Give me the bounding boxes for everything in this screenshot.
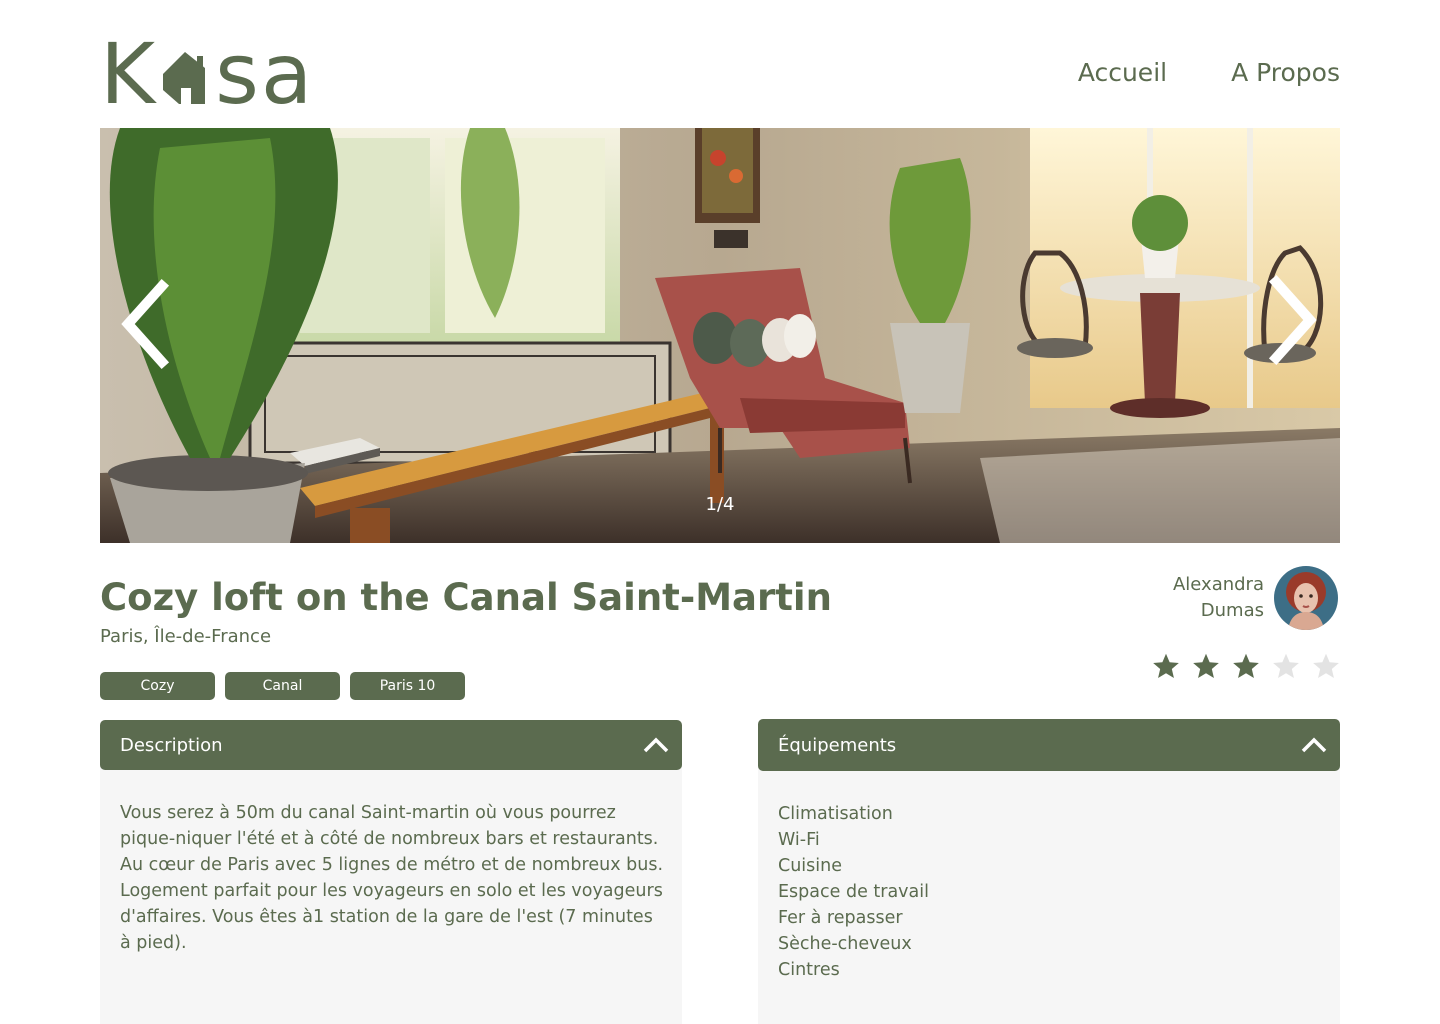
host-name: Alexandra Dumas (1173, 572, 1264, 624)
tag: Paris 10 (350, 672, 465, 700)
description-text: Vous serez à 50m du canal Saint-martin o… (120, 803, 664, 953)
tag-list: Cozy Canal Paris 10 (100, 672, 465, 700)
image-carousel: 1/4 (100, 128, 1340, 543)
host-first-name: Alexandra (1172, 574, 1264, 595)
nav-about-link[interactable]: A Propos (1231, 58, 1340, 87)
avatar (1274, 566, 1338, 630)
equipment-list: Climatisation Wi-Fi Cuisine Espace de tr… (778, 801, 1326, 983)
nav-home-link[interactable]: Accueil (1078, 58, 1167, 87)
equipments-body: Climatisation Wi-Fi Cuisine Espace de tr… (758, 765, 1340, 1024)
listing-location: Paris, Île-de-France (100, 626, 272, 647)
host-last-name: Dumas (1200, 600, 1264, 621)
star-filled-icon (1153, 653, 1179, 679)
equipments-heading: Équipements (778, 734, 897, 756)
list-item: Cintres (778, 960, 840, 980)
description-heading: Description (120, 734, 223, 756)
list-item: Climatisation (778, 804, 893, 824)
tag: Cozy (100, 672, 215, 700)
rating-stars (1152, 652, 1340, 680)
listing-title: Cozy loft on the Canal Saint-Martin (100, 576, 832, 619)
star-filled-icon (1193, 653, 1219, 679)
star-empty-icon (1273, 653, 1299, 679)
site-header: K sa Accueil A Propos (100, 25, 1340, 123)
description-collapse: Description Vous serez à 50m du canal Sa… (100, 720, 682, 1024)
logo-letter-k: K (100, 25, 158, 123)
equipments-toggle[interactable]: Équipements (758, 719, 1340, 771)
description-toggle[interactable]: Description (100, 720, 682, 770)
tag: Canal (225, 672, 340, 700)
carousel-photo (100, 128, 1340, 543)
logo-letters-sa: sa (215, 25, 315, 123)
kasa-logo[interactable]: K sa (100, 25, 315, 123)
list-item: Fer à repasser (778, 908, 903, 928)
list-item: Wi-Fi (778, 830, 820, 850)
chevron-up-icon[interactable] (1300, 736, 1328, 754)
description-body: Vous serez à 50m du canal Saint-martin o… (100, 764, 682, 1024)
house-icon (163, 52, 206, 104)
chevron-left-icon[interactable] (118, 276, 178, 376)
host-info: Alexandra Dumas (1173, 566, 1338, 630)
chevron-up-icon[interactable] (642, 736, 670, 754)
carousel-counter: 1/4 (705, 494, 735, 515)
main-nav: Accueil A Propos (1078, 58, 1340, 87)
equipments-collapse: Équipements Climatisation Wi-Fi Cuisine … (758, 719, 1340, 1024)
list-item: Sèche-cheveux (778, 934, 912, 954)
chevron-right-icon[interactable] (1262, 268, 1322, 368)
list-item: Cuisine (778, 856, 843, 876)
star-empty-icon (1313, 653, 1339, 679)
list-item: Espace de travail (778, 882, 929, 902)
star-filled-icon (1233, 653, 1259, 679)
